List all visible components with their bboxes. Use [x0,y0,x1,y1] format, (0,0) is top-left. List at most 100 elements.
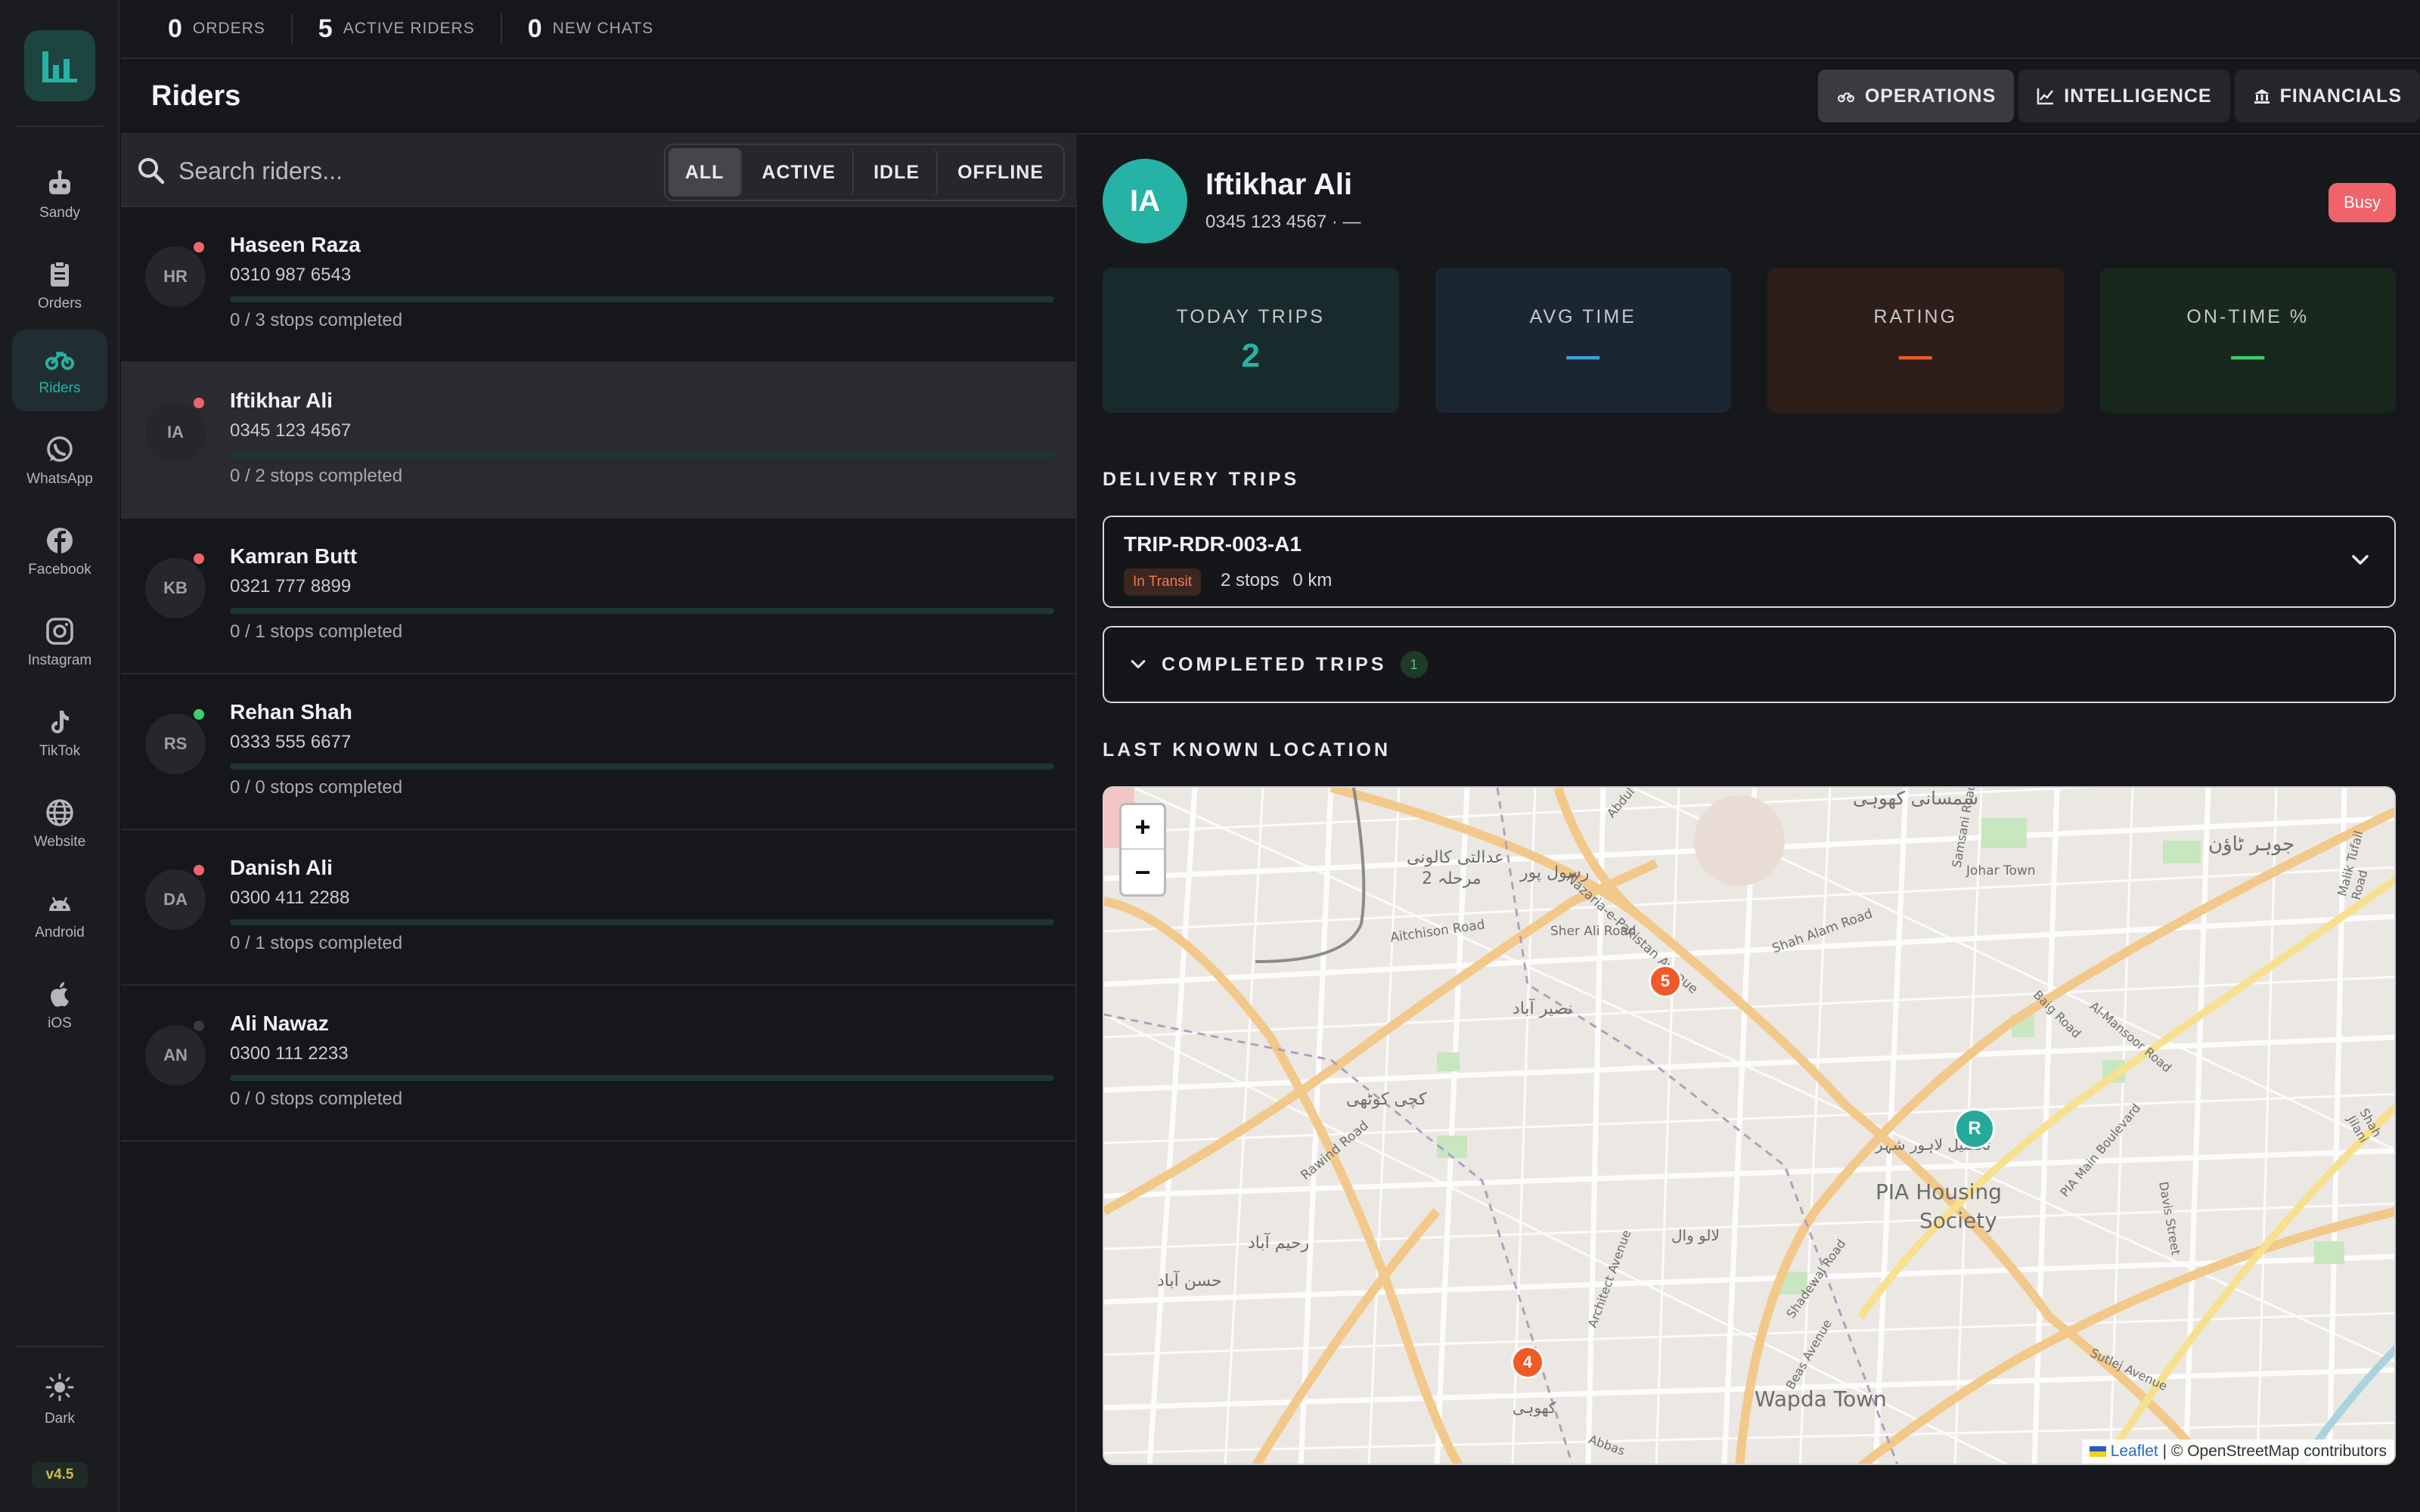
map-attribution: Leaflet | © OpenStreetMap contributors [2081,1439,2394,1464]
completed-trips-toggle[interactable]: COMPLETED TRIPS 1 [1103,626,2396,703]
rider-phone: 0300 411 2288 [230,888,350,908]
kpi-value: — [2231,336,2265,374]
filter-all[interactable]: ALL [668,148,743,197]
nav-sandy[interactable]: Sandy [12,154,107,236]
trip-stops: 2 stops [1221,570,1280,590]
kpi-value: 2 [1241,336,1260,374]
chevron-down-icon [1131,660,1146,668]
completed-trips-label: COMPLETED TRIPS [1162,653,1387,675]
search-icon [138,158,165,184]
nav-riders[interactable]: Riders [12,330,107,411]
theme-label: Dark [44,1411,76,1427]
status-dot [194,398,204,408]
tiktok-icon [45,707,75,737]
filter-offline[interactable]: OFFLINE [941,148,1060,197]
trip-card[interactable]: TRIP-RDR-003-A1 In Transit 2 stops 0 km [1103,516,2396,608]
street-label: Johar Town [1966,863,2036,878]
nav-label: Riders [39,380,81,396]
stops-progress-bar [230,764,1054,770]
rider-row[interactable]: IA Iftikhar Ali 0345 123 4567 0 / 2 stop… [121,363,1077,519]
tab-operations[interactable]: OPERATIONS [1817,70,2015,122]
nav-orders[interactable]: Orders [12,245,107,327]
nav-website[interactable]: Website [12,783,107,865]
place-label: PIA Housing [1876,1179,2003,1204]
riders-list-panel: ALL ACTIVE IDLE OFFLINE HR Haseen Raza 0… [121,135,1077,1512]
trip-distance: 0 km [1292,570,1333,590]
kpi-value: — [1898,336,1932,374]
tab-financials[interactable]: FINANCIALS [2234,70,2420,122]
attribution-text: | © OpenStreetMap contributors [2162,1442,2387,1460]
avatar: IA [145,402,206,463]
stat-label: ACTIVE RIDERS [343,20,475,37]
section-tabs: OPERATIONS INTELLIGENCE FINANCIALS [1817,70,2420,122]
section-title: LAST KNOWN LOCATION [1103,739,1392,761]
motorbike-icon [45,344,75,374]
nav-tiktok[interactable]: TikTok [12,692,107,774]
rider-row[interactable]: HR Haseen Raza 0310 987 6543 0 / 3 stops… [121,207,1077,363]
bank-icon [2254,89,2270,104]
kpi-on-time: ON-TIME % — [2099,268,2396,413]
tab-label: OPERATIONS [1864,85,1996,107]
place-label-urdu: نصیر آباد [1512,999,1573,1018]
stat-label: ORDERS [192,20,265,37]
nav-label: Instagram [27,652,92,668]
avatar: KB [145,558,206,618]
location-map[interactable]: + − PIA Housing Society Wapda Town Nazar… [1103,786,2396,1465]
section-title: DELIVERY TRIPS [1103,469,1300,490]
trip-status-badge: In Transit [1124,569,1202,596]
kpi-rating: RATING — [1767,268,2064,413]
place-label-urdu: حسن آباد [1157,1272,1222,1290]
rider-name: Rehan Shah [230,700,352,723]
zoom-out-button[interactable]: − [1122,850,1164,894]
kpi-label: ON-TIME % [2186,305,2310,327]
place-label-urdu: رحیم آباد [1248,1234,1310,1253]
zoom-in-button[interactable]: + [1122,805,1164,850]
kpi-label: TODAY TRIPS [1176,305,1325,327]
sun-icon [45,1372,75,1406]
app-logo[interactable] [24,30,95,101]
page-header: Riders OPERATIONS INTELLIGENCE FINANCIAL… [121,60,2420,135]
stops-progress-bar [230,452,1054,458]
rider-phone: 0321 777 8899 [230,576,352,596]
nav-whatsapp[interactable]: WhatsApp [12,420,107,502]
rider-row[interactable]: DA Danish Ali 0300 411 2288 0 / 1 stops … [121,830,1077,986]
avatar: IA [1103,159,1187,243]
android-icon [45,888,75,919]
nav-label: TikTok [39,743,81,759]
theme-toggle[interactable]: Dark [12,1372,107,1433]
kpi-label: RATING [1873,305,1958,327]
stops-completed: 0 / 3 stops completed [230,310,403,330]
trip-meta: 2 stops 0 km [1221,570,1332,591]
kpi-today-trips: TODAY TRIPS 2 [1103,268,1399,413]
place-label-urdu: کھوہی [1512,1399,1556,1417]
divider [15,125,103,127]
rider-row[interactable]: RS Rehan Shah 0333 555 6677 0 / 0 stops … [121,674,1077,830]
rider-marker[interactable]: R [1954,1108,1995,1149]
nav-instagram[interactable]: Instagram [12,602,107,683]
rider-name: Haseen Raza [230,233,361,256]
tab-intelligence[interactable]: INTELLIGENCE [2018,70,2230,122]
stop-marker[interactable]: 5 [1649,965,1682,998]
filter-idle[interactable]: IDLE [857,148,939,197]
leaflet-link[interactable]: Leaflet [2111,1442,2158,1460]
rider-contact-line: 0345 123 4567 · — [1205,212,1361,232]
stops-completed: 0 / 2 stops completed [230,466,403,486]
filter-active[interactable]: ACTIVE [745,148,855,197]
stop-marker[interactable]: 4 [1511,1346,1544,1379]
nav-android[interactable]: Android [12,874,107,956]
search-input[interactable] [178,150,617,192]
rider-row[interactable]: AN Ali Nawaz 0300 111 2233 0 / 0 stops c… [121,986,1077,1142]
status-filters: ALL ACTIVE IDLE OFFLINE [663,144,1065,201]
rider-name: Iftikhar Ali [230,389,333,412]
rider-row[interactable]: KB Kamran Butt 0321 777 8899 0 / 1 stops… [121,519,1077,674]
nav-label: Android [35,925,85,940]
completed-trips-count: 1 [1400,651,1428,678]
chevron-down-icon[interactable] [2349,549,2372,572]
place-label-urdu: رسول پور [1520,863,1590,882]
nav-ios[interactable]: iOS [12,965,107,1046]
nav-facebook[interactable]: Facebook [12,511,107,593]
avatar: HR [145,246,206,307]
kpi-cards: TODAY TRIPS 2 AVG TIME — RATING — ON-TIM… [1103,268,2396,413]
robot-icon [45,169,75,199]
trip-id: TRIP-RDR-003-A1 [1124,532,1302,556]
